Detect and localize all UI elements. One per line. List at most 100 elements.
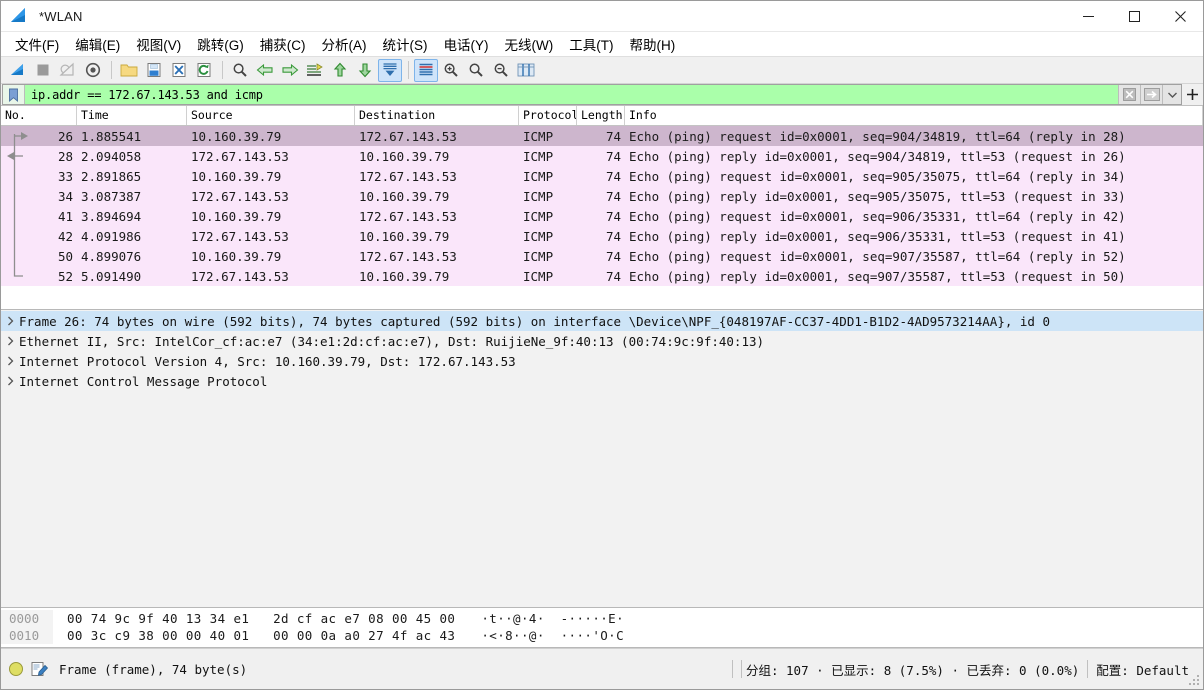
cell-info: Echo (ping) request id=0x0001, seq=905/3… bbox=[629, 168, 1126, 184]
status-bar: Frame (frame), 74 byte(s) 分组: 107 · 已显示:… bbox=[1, 648, 1203, 689]
reload-file-icon[interactable] bbox=[192, 59, 216, 82]
zoom-reset-icon[interactable] bbox=[489, 59, 513, 82]
close-file-icon[interactable] bbox=[167, 59, 191, 82]
cell-time: 2.094058 bbox=[81, 148, 142, 164]
cell-no: 34 bbox=[57, 188, 73, 204]
open-file-icon[interactable] bbox=[117, 59, 141, 82]
colorize-icon[interactable] bbox=[414, 58, 438, 82]
hex-row[interactable]: 0010 00 3c c9 38 00 00 40 01 00 00 0a a0… bbox=[1, 627, 1203, 644]
go-to-packet-icon[interactable] bbox=[303, 59, 327, 82]
table-row[interactable]: 26 1.885541 10.160.39.79 172.67.143.53 I… bbox=[1, 126, 1203, 146]
cell-length: 74 bbox=[605, 148, 621, 164]
table-row[interactable]: 50 4.899076 10.160.39.79 172.67.143.53 I… bbox=[1, 246, 1203, 266]
stop-capture-icon[interactable] bbox=[31, 59, 55, 82]
packet-details-pane[interactable]: Frame 26: 74 bytes on wire (592 bits), 7… bbox=[1, 310, 1203, 608]
expert-info-icon[interactable] bbox=[9, 662, 23, 676]
table-row[interactable]: 28 2.094058 172.67.143.53 10.160.39.79 I… bbox=[1, 146, 1203, 166]
zoom-out-icon[interactable] bbox=[464, 59, 488, 82]
cell-source: 172.67.143.53 bbox=[191, 228, 289, 244]
status-divider bbox=[1087, 660, 1089, 678]
menu-go[interactable]: 跳转(G) bbox=[189, 32, 252, 56]
resize-columns-icon[interactable] bbox=[514, 59, 538, 82]
packet-bytes-pane[interactable]: 0000 00 74 9c 9f 40 13 34 e1 2d cf ac e7… bbox=[1, 608, 1203, 648]
go-first-packet-icon[interactable] bbox=[328, 59, 352, 82]
bookmark-icon[interactable] bbox=[3, 85, 25, 104]
status-left: Frame (frame), 74 byte(s) bbox=[1, 661, 247, 677]
status-profile[interactable]: 配置: Default bbox=[1096, 660, 1203, 679]
add-filter-button-icon[interactable] bbox=[1182, 84, 1202, 105]
menu-help[interactable]: 帮助(H) bbox=[621, 32, 683, 56]
apply-filter-icon[interactable] bbox=[1140, 85, 1162, 104]
packet-list-header: No. Time Source Destination Protocol Len… bbox=[1, 106, 1203, 126]
go-forward-icon[interactable] bbox=[278, 59, 302, 82]
status-divider bbox=[731, 660, 733, 678]
table-row[interactable]: 34 3.087387 172.67.143.53 10.160.39.79 I… bbox=[1, 186, 1203, 206]
cell-info: Echo (ping) reply id=0x0001, seq=904/348… bbox=[629, 148, 1126, 164]
detail-row-ethernet[interactable]: Ethernet II, Src: IntelCor_cf:ac:e7 (34:… bbox=[1, 331, 1203, 351]
detail-row-frame[interactable]: Frame 26: 74 bytes on wire (592 bits), 7… bbox=[1, 311, 1203, 331]
menu-telephony[interactable]: 电话(Y) bbox=[436, 32, 497, 56]
column-header-no[interactable]: No. bbox=[1, 106, 77, 125]
menu-view[interactable]: 视图(V) bbox=[128, 32, 189, 56]
find-packet-icon[interactable] bbox=[228, 59, 252, 82]
cell-source: 10.160.39.79 bbox=[191, 128, 282, 144]
restart-capture-icon[interactable] bbox=[56, 59, 80, 82]
cell-protocol: ICMP bbox=[523, 148, 554, 164]
zoom-in-icon[interactable] bbox=[439, 59, 463, 82]
cell-no: 50 bbox=[57, 248, 73, 264]
maximize-button[interactable] bbox=[1111, 1, 1157, 32]
cell-protocol: ICMP bbox=[523, 268, 554, 284]
expand-arrow-icon[interactable] bbox=[1, 336, 19, 346]
menu-analyze[interactable]: 分析(A) bbox=[314, 32, 375, 56]
resize-grip-icon[interactable] bbox=[1189, 675, 1201, 687]
cell-info: Echo (ping) reply id=0x0001, seq=906/353… bbox=[629, 228, 1126, 244]
menu-wireless[interactable]: 无线(W) bbox=[497, 32, 562, 56]
cell-source: 172.67.143.53 bbox=[191, 268, 289, 284]
column-header-info[interactable]: Info bbox=[625, 106, 1203, 125]
column-header-length[interactable]: Length bbox=[577, 106, 625, 125]
cell-time: 2.891865 bbox=[81, 168, 142, 184]
menu-tools[interactable]: 工具(T) bbox=[561, 32, 621, 56]
chevron-down-icon[interactable] bbox=[1162, 85, 1181, 104]
menu-capture[interactable]: 捕获(C) bbox=[252, 32, 314, 56]
cell-no: 41 bbox=[57, 208, 73, 224]
table-row[interactable]: 52 5.091490 172.67.143.53 10.160.39.79 I… bbox=[1, 266, 1203, 286]
start-capture-icon[interactable] bbox=[6, 59, 30, 82]
expand-arrow-icon[interactable] bbox=[1, 316, 19, 326]
window-title: *WLAN bbox=[39, 8, 83, 24]
menu-statistics[interactable]: 统计(S) bbox=[375, 32, 436, 56]
cell-length: 74 bbox=[605, 168, 621, 184]
cell-info: Echo (ping) request id=0x0001, seq=904/3… bbox=[629, 128, 1126, 144]
display-filter-input[interactable]: ip.addr == 172.67.143.53 and icmp bbox=[25, 85, 1118, 104]
clear-filter-icon[interactable] bbox=[1118, 85, 1140, 104]
close-button[interactable] bbox=[1157, 1, 1203, 32]
expand-arrow-icon[interactable] bbox=[1, 376, 19, 386]
cell-destination: 10.160.39.79 bbox=[359, 228, 450, 244]
menu-edit[interactable]: 编辑(E) bbox=[67, 32, 128, 56]
table-row[interactable]: 33 2.891865 10.160.39.79 172.67.143.53 I… bbox=[1, 166, 1203, 186]
save-file-icon[interactable] bbox=[142, 59, 166, 82]
detail-row-icmp[interactable]: Internet Control Message Protocol bbox=[1, 371, 1203, 391]
packet-list-pane[interactable]: No. Time Source Destination Protocol Len… bbox=[1, 106, 1203, 310]
cell-time: 3.894694 bbox=[81, 208, 142, 224]
capture-options-icon[interactable] bbox=[81, 59, 105, 82]
detail-row-ipv4[interactable]: Internet Protocol Version 4, Src: 10.160… bbox=[1, 351, 1203, 371]
wireshark-window: *WLAN 文件(F) 编辑(E) 视图(V) 跳转(G) 捕获(C) 分析(A… bbox=[0, 0, 1204, 690]
go-last-packet-icon[interactable] bbox=[353, 59, 377, 82]
column-header-protocol[interactable]: Protocol bbox=[519, 106, 577, 125]
column-header-time[interactable]: Time bbox=[77, 106, 187, 125]
go-back-icon[interactable] bbox=[253, 59, 277, 82]
column-header-destination[interactable]: Destination bbox=[355, 106, 519, 125]
cell-info: Echo (ping) request id=0x0001, seq=907/3… bbox=[629, 248, 1126, 264]
expand-arrow-icon[interactable] bbox=[1, 356, 19, 366]
table-row[interactable]: 41 3.894694 10.160.39.79 172.67.143.53 I… bbox=[1, 206, 1203, 226]
cell-info: Echo (ping) request id=0x0001, seq=906/3… bbox=[629, 208, 1126, 224]
capture-comment-icon[interactable] bbox=[31, 661, 49, 677]
cell-length: 74 bbox=[605, 208, 621, 224]
menu-file[interactable]: 文件(F) bbox=[7, 32, 67, 56]
hex-row[interactable]: 0000 00 74 9c 9f 40 13 34 e1 2d cf ac e7… bbox=[1, 610, 1203, 627]
table-row[interactable]: 42 4.091986 172.67.143.53 10.160.39.79 I… bbox=[1, 226, 1203, 246]
minimize-button[interactable] bbox=[1065, 1, 1111, 32]
column-header-source[interactable]: Source bbox=[187, 106, 355, 125]
auto-scroll-icon[interactable] bbox=[378, 58, 402, 82]
